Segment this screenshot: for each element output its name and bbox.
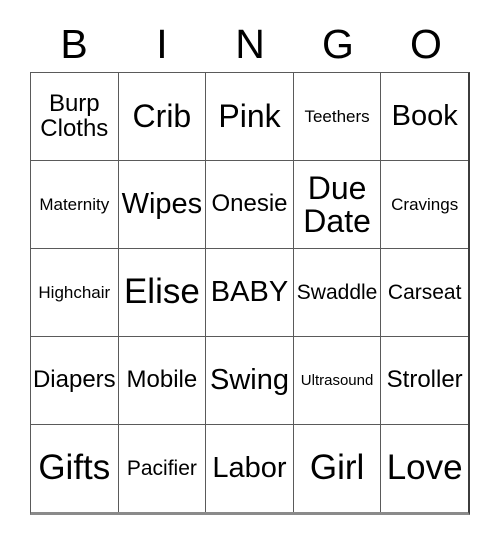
bingo-cell-label: Girl <box>309 448 365 488</box>
bingo-row: Highchair Elise BABY Swaddle Carseat <box>31 248 468 336</box>
bingo-cell-label: Crib <box>132 98 192 135</box>
bingo-cell-label: Gifts <box>38 448 111 488</box>
bingo-row: Diapers Mobile Swing Ultrasound Stroller <box>31 336 468 424</box>
bingo-cell[interactable]: Teethers <box>292 73 381 160</box>
bingo-header-letter-o: O <box>410 20 442 67</box>
bingo-cell[interactable]: Mobile <box>117 337 206 424</box>
bingo-cell[interactable]: Onesie <box>205 161 293 248</box>
bingo-cell[interactable]: Ultrasound <box>292 337 381 424</box>
bingo-cell[interactable]: BABY <box>205 249 293 336</box>
bingo-cell[interactable]: Cravings <box>380 161 468 248</box>
bingo-cell-label: Highchair <box>38 282 111 302</box>
bingo-cell[interactable]: Gifts <box>31 425 118 512</box>
bingo-cell-label: BABY <box>210 275 289 308</box>
bingo-cell-label: Cravings <box>391 194 459 214</box>
bingo-cell[interactable]: Girl <box>292 425 381 512</box>
bingo-cell-label: Carseat <box>387 280 462 304</box>
bingo-header-letter-n: N <box>235 20 265 67</box>
bingo-cell-label: Book <box>391 99 458 132</box>
bingo-cell-label: Burp Cloths <box>40 89 109 142</box>
bingo-cell[interactable]: Wipes <box>117 161 206 248</box>
bingo-cell[interactable]: Burp Cloths <box>31 73 118 160</box>
bingo-cell[interactable]: Swaddle <box>292 249 381 336</box>
bingo-cell-label: Swaddle <box>296 280 378 304</box>
bingo-cell-label: Pink <box>218 98 281 135</box>
bingo-card: B I N G O Burp Cloths Crib Pink Teethers… <box>0 0 500 544</box>
bingo-cell-label: Diapers <box>32 366 116 394</box>
bingo-cell[interactable]: Swing <box>205 337 293 424</box>
bingo-cell[interactable]: Love <box>380 425 468 512</box>
bingo-cell-label: Mobile <box>126 366 198 394</box>
bingo-cell-label: Ultrasound <box>300 371 374 389</box>
bingo-row: Gifts Pacifier Labor Girl Love <box>31 424 468 512</box>
bingo-cell[interactable]: Carseat <box>380 249 468 336</box>
bingo-cell[interactable]: Crib <box>117 73 206 160</box>
bingo-cell-label: Labor <box>212 451 287 484</box>
bingo-cell-label: Due Date <box>303 169 371 239</box>
bingo-cell[interactable]: Pink <box>205 73 293 160</box>
bingo-cell[interactable]: Elise <box>117 249 206 336</box>
bingo-header-letter-i: I <box>156 20 168 67</box>
bingo-row: Burp Cloths Crib Pink Teethers Book <box>31 73 468 160</box>
bingo-cell[interactable]: Labor <box>205 425 293 512</box>
bingo-header-letter-b: B <box>60 20 88 67</box>
bingo-cell-label: Onesie <box>211 190 288 218</box>
bingo-grid: Burp Cloths Crib Pink Teethers Book Mate… <box>30 72 470 515</box>
bingo-cell-label: Maternity <box>39 194 110 214</box>
bingo-cell[interactable]: Maternity <box>31 161 118 248</box>
bingo-cell-label: Elise <box>123 272 200 312</box>
bingo-cell-label: Wipes <box>121 187 203 220</box>
bingo-cell-label: Swing <box>209 363 289 396</box>
bingo-header-row: B I N G O <box>30 16 470 72</box>
bingo-cell[interactable]: Diapers <box>31 337 118 424</box>
bingo-cell-label: Love <box>386 448 463 488</box>
bingo-cell-label: Pacifier <box>126 456 197 480</box>
bingo-cell[interactable]: Pacifier <box>117 425 206 512</box>
bingo-cell[interactable]: Highchair <box>31 249 118 336</box>
bingo-cell[interactable]: Book <box>380 73 468 160</box>
bingo-cell-label: Stroller <box>386 366 463 394</box>
bingo-row: Maternity Wipes Onesie Due Date Cravings <box>31 160 468 248</box>
bingo-cell[interactable]: Stroller <box>380 337 468 424</box>
bingo-header-letter-g: G <box>322 20 354 67</box>
bingo-cell[interactable]: Due Date <box>292 161 381 248</box>
bingo-cell-label: Teethers <box>304 106 370 126</box>
